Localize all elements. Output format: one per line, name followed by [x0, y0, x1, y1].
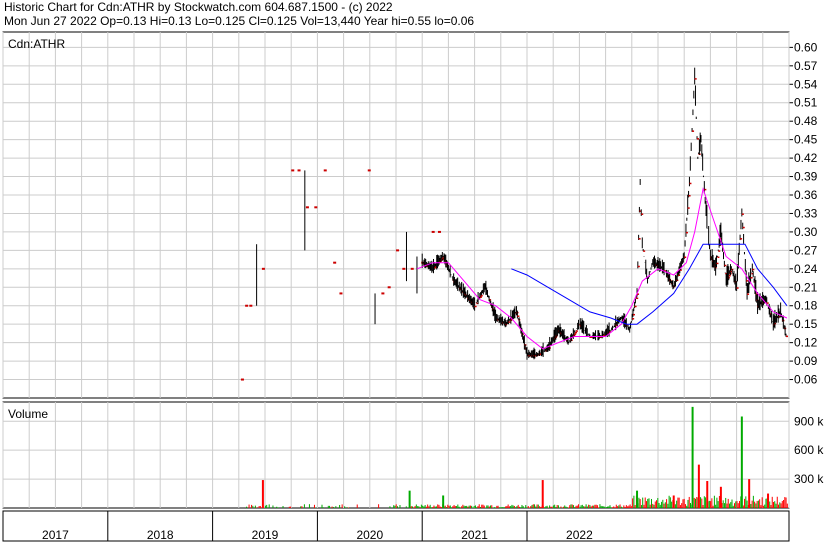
close-tick — [747, 293, 750, 295]
close-tick — [636, 297, 639, 300]
trade-dot — [291, 169, 295, 172]
volume-label: Volume — [8, 407, 48, 421]
trade-dot — [249, 304, 253, 307]
close-tick — [632, 318, 635, 320]
close-tick — [632, 313, 635, 316]
close-tick — [752, 268, 755, 271]
trade-dot — [305, 206, 309, 209]
trade-dot — [437, 230, 441, 233]
close-tick — [750, 277, 753, 279]
close-tick — [575, 330, 578, 332]
close-tick — [741, 213, 744, 215]
volume-tick-label: 300 k — [794, 472, 824, 486]
trade-dot — [381, 292, 385, 295]
close-tick — [724, 264, 727, 267]
price-tick-label: 0.42 — [794, 151, 818, 165]
close-tick — [687, 207, 690, 209]
volume-tick-label: 900 k — [794, 414, 824, 428]
close-tick — [688, 195, 691, 197]
year-label: 2018 — [147, 528, 174, 542]
price-tick-label: 0.27 — [794, 243, 818, 257]
price-tick-label: 0.06 — [794, 373, 818, 387]
price-tick-label: 0.24 — [794, 262, 818, 276]
close-tick — [697, 138, 700, 140]
close-tick — [637, 265, 640, 268]
price-tick-label: 0.30 — [794, 225, 818, 239]
symbol-label: Cdn:ATHR — [8, 37, 65, 51]
close-tick — [574, 333, 577, 335]
close-tick — [718, 250, 721, 252]
close-tick — [728, 274, 731, 277]
trade-dot — [297, 169, 301, 172]
close-tick — [704, 188, 707, 191]
trade-dot — [396, 249, 400, 252]
trade-dot — [245, 304, 249, 307]
close-tick — [684, 256, 687, 259]
price-tick-label: 0.33 — [794, 206, 818, 220]
close-tick — [634, 305, 637, 308]
year-label: 2017 — [42, 528, 69, 542]
close-tick — [692, 130, 695, 132]
price-tick-label: 0.51 — [794, 96, 818, 110]
time-axis-panel — [2, 510, 790, 542]
trade-dot — [402, 267, 406, 270]
year-label: 2021 — [461, 528, 488, 542]
close-tick — [641, 213, 644, 215]
close-tick — [689, 182, 692, 185]
trade-dot — [323, 169, 327, 172]
price-tick-label: 0.57 — [794, 59, 818, 73]
price-tick-label: 0.54 — [794, 77, 818, 91]
close-tick — [766, 302, 769, 304]
price-tick-label: 0.36 — [794, 188, 818, 202]
close-tick — [740, 238, 743, 240]
price-tick-label: 0.15 — [794, 317, 818, 331]
close-tick — [638, 238, 641, 240]
close-tick — [474, 305, 477, 308]
trade-dot — [367, 169, 371, 172]
close-tick — [575, 331, 578, 334]
close-tick — [736, 287, 739, 289]
close-tick — [685, 231, 688, 234]
trade-dot — [431, 230, 435, 233]
volume-tick-label: 600 k — [794, 443, 824, 457]
price-tick-label: 0.48 — [794, 114, 818, 128]
trade-dot — [333, 261, 337, 264]
close-tick — [716, 262, 719, 265]
trade-dot — [261, 267, 265, 270]
close-tick — [694, 78, 697, 80]
close-tick — [517, 315, 520, 317]
stock-chart: 0.60 0.57 0.54 0.51 0.48 0.45 0.42 0.39 0.36 0.33… — [2, 31, 824, 542]
trade-dot — [410, 267, 414, 270]
close-tick — [786, 335, 789, 338]
price-tick-label: 0.39 — [794, 170, 818, 184]
price-tick-label: 0.09 — [794, 354, 818, 368]
year-label: 2019 — [252, 528, 279, 542]
price-tick-label: 0.21 — [794, 280, 818, 294]
price-tick-label: 0.60 — [794, 40, 818, 54]
close-tick — [746, 280, 749, 282]
close-tick — [508, 321, 511, 323]
trade-dot — [339, 292, 343, 295]
close-tick — [643, 250, 646, 252]
price-tick-label: 0.12 — [794, 336, 818, 350]
trade-dot — [387, 286, 391, 289]
close-tick — [717, 256, 720, 259]
close-tick — [480, 294, 483, 297]
price-tick-label: 0.45 — [794, 133, 818, 147]
close-tick — [742, 226, 745, 229]
year-label: 2022 — [566, 528, 593, 542]
trade-dot — [240, 378, 244, 381]
trade-dot — [314, 206, 318, 209]
price-tick-label: 0.18 — [794, 299, 818, 313]
year-label: 2020 — [356, 528, 383, 542]
